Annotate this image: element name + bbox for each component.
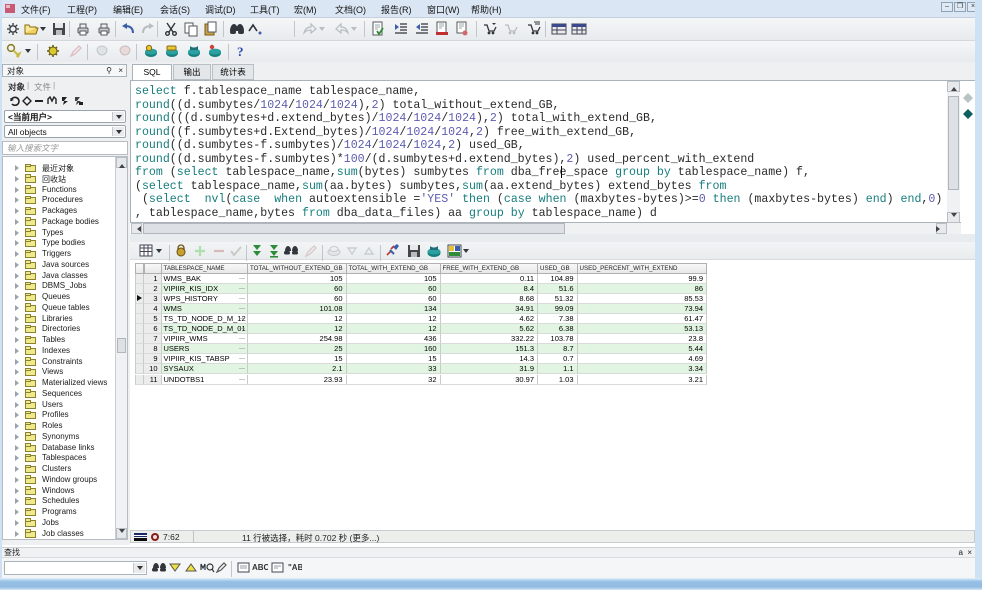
svg-text:ABC: ABC <box>252 563 268 572</box>
svg-text:?: ? <box>237 44 244 59</box>
svg-text:"AB": "AB" <box>288 563 302 572</box>
